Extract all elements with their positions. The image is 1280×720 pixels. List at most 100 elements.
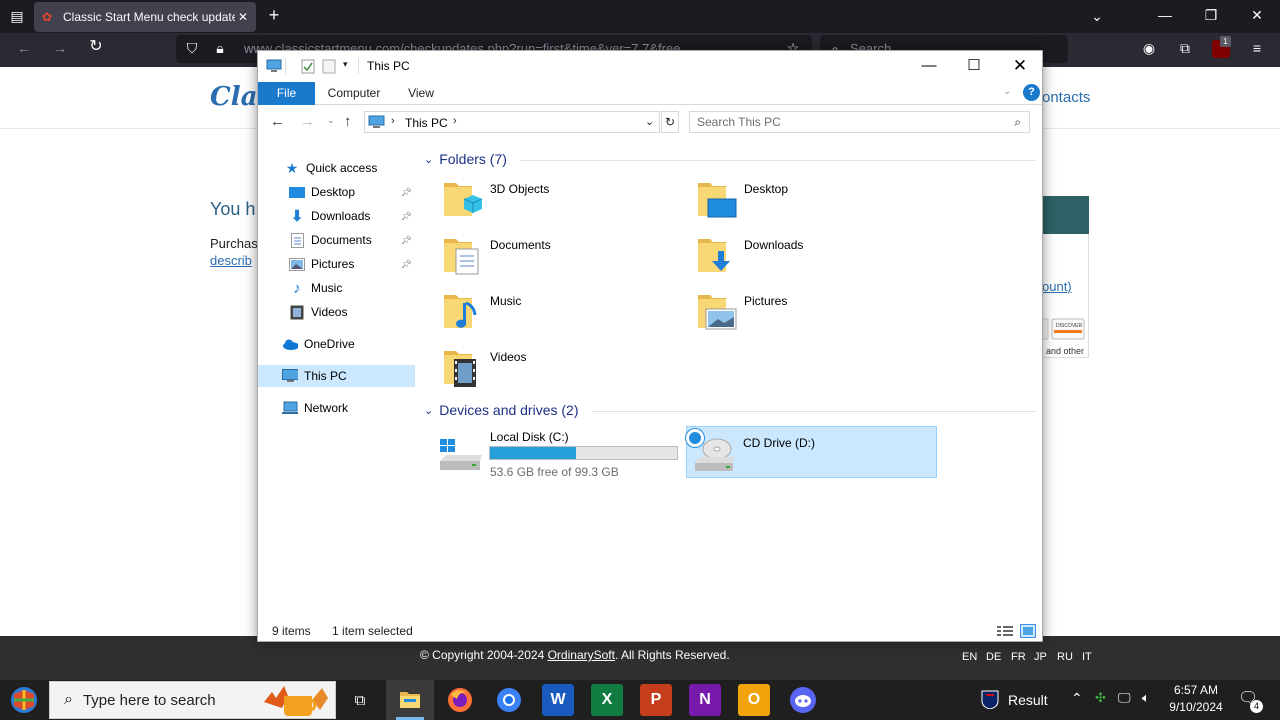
breadcrumb-separator-icon[interactable]: › <box>391 115 395 127</box>
qat-dropdown-icon[interactable]: ▾ <box>343 59 348 70</box>
nav-network[interactable]: Network <box>258 397 415 419</box>
collapse-chevron-icon[interactable]: ⌄ <box>424 153 433 166</box>
pin-icon[interactable]: 📌︎ <box>401 259 412 270</box>
large-icons-view-icon[interactable] <box>1020 624 1036 638</box>
tab-computer[interactable]: Computer <box>320 82 388 105</box>
start-button-icon[interactable] <box>9 685 39 715</box>
contacts-link[interactable]: ontacts <box>1042 89 1090 106</box>
properties-icon[interactable] <box>301 59 315 74</box>
lang-de[interactable]: DE <box>986 651 1001 663</box>
nfl-weather-icon[interactable] <box>981 689 999 709</box>
tab-close-icon[interactable]: ✕ <box>238 10 248 24</box>
tab-list-icon[interactable]: ▤ <box>9 9 25 23</box>
lang-it[interactable]: IT <box>1082 651 1092 663</box>
describe-link[interactable]: describ <box>210 253 252 268</box>
folder-downloads[interactable]: Downloads <box>696 233 946 281</box>
tab-file[interactable]: File <box>258 82 315 105</box>
nav-videos[interactable]: Videos <box>258 301 415 323</box>
nav-this-pc[interactable]: This PC <box>258 365 415 387</box>
address-bar[interactable]: › This PC › ⌄ <box>364 111 660 133</box>
folder-pictures[interactable]: Pictures <box>696 289 946 337</box>
shield-icon[interactable]: ⛉ <box>184 41 200 55</box>
details-view-icon[interactable] <box>997 625 1013 637</box>
word-icon[interactable]: W <box>542 684 574 716</box>
extensions-icon[interactable]: ⧉ <box>1176 41 1194 55</box>
collapse-chevron-icon[interactable]: ⌄ <box>424 404 433 417</box>
recent-locations-icon[interactable]: ⌄ <box>327 115 335 126</box>
back-arrow-icon[interactable]: ← <box>270 113 285 130</box>
task-view-icon[interactable]: ⧉ <box>344 684 376 716</box>
lang-en[interactable]: EN <box>962 651 977 663</box>
folder-documents[interactable]: Documents <box>442 233 692 281</box>
powerpoint-icon[interactable]: P <box>640 684 672 716</box>
breadcrumb-this-pc[interactable]: This PC <box>405 116 448 130</box>
excel-icon[interactable]: X <box>591 684 623 716</box>
forward-icon[interactable]: → <box>51 41 69 55</box>
file-explorer-taskbar-button[interactable] <box>386 680 434 720</box>
folder-desktop[interactable]: Desktop <box>696 177 946 225</box>
nav-pictures[interactable]: Pictures 📌︎ <box>258 253 415 275</box>
minimize-button[interactable]: — <box>906 51 952 81</box>
folder-videos[interactable]: Videos <box>442 345 692 393</box>
news-widget-text[interactable]: Result <box>1008 692 1048 708</box>
folder-3d-objects[interactable]: 3D Objects <box>442 177 692 225</box>
lang-jp[interactable]: JP <box>1034 651 1047 663</box>
discord-icon[interactable] <box>789 686 817 714</box>
pin-icon[interactable]: 📌︎ <box>401 187 412 198</box>
drive-local-disk-c[interactable]: Local Disk (C:) 53.6 GB free of 99.3 GB <box>438 427 678 479</box>
tray-overflow-chevron-icon[interactable]: ⌃ <box>1071 690 1083 707</box>
menu-hamburger-icon[interactable]: ≡ <box>1248 41 1266 55</box>
new-tab-icon[interactable]: + <box>266 6 282 24</box>
restore-browser-icon[interactable]: ❐ <box>1203 8 1219 22</box>
nav-documents[interactable]: Documents 📌︎ <box>258 229 415 251</box>
close-button[interactable]: ✕ <box>997 51 1043 81</box>
firefox-icon[interactable] <box>447 687 473 713</box>
nav-downloads[interactable]: ⬇ Downloads 📌︎ <box>258 205 415 227</box>
nav-quick-access[interactable]: ★ Quick access <box>258 157 415 179</box>
address-dropdown-icon[interactable]: ⌄ <box>645 115 654 128</box>
account-icon[interactable]: ◉ <box>1140 41 1158 55</box>
lock-icon[interactable]: 🔒︎ <box>212 41 228 55</box>
nav-music[interactable]: ♪ Music <box>258 277 415 299</box>
chrome-icon[interactable] <box>496 687 522 713</box>
help-icon[interactable]: ? <box>1023 84 1040 101</box>
pin-icon[interactable]: 📌︎ <box>401 211 412 222</box>
window-titlebar[interactable]: ▾ This PC — ☐ ✕ <box>258 51 1042 81</box>
folders-group-header[interactable]: ⌄ Folders (7) <box>424 151 507 167</box>
drive-cd-d[interactable]: CD Drive (D:) <box>686 426 937 478</box>
lang-fr[interactable]: FR <box>1011 651 1026 663</box>
breadcrumb-chevron-icon[interactable]: › <box>453 115 457 127</box>
tab-overflow-chevron-icon[interactable]: ⌄ <box>1089 9 1105 23</box>
ribbon-expand-chevron-icon[interactable]: ⌄ <box>1003 86 1011 97</box>
reload-icon[interactable]: ↻ <box>87 39 105 55</box>
nav-onedrive[interactable]: OneDrive <box>258 333 415 355</box>
lang-ru[interactable]: RU <box>1057 651 1073 663</box>
back-icon[interactable]: ← <box>15 41 33 55</box>
search-highlight-icon[interactable] <box>262 682 332 718</box>
volume-muted-icon[interactable]: 🔈︎ <box>1142 690 1150 706</box>
clock[interactable]: 6:57 AM 9/10/2024 <box>1166 683 1226 714</box>
close-browser-icon[interactable]: ✕ <box>1249 8 1265 22</box>
security-tray-icon[interactable]: ✣ <box>1095 690 1106 706</box>
explorer-search-icon[interactable]: ⌕ <box>1014 112 1021 132</box>
nav-desktop[interactable]: Desktop 📌︎ <box>258 181 415 203</box>
tab-view[interactable]: View <box>398 82 444 105</box>
account-link[interactable]: ount) <box>1042 279 1072 294</box>
maximize-button[interactable]: ☐ <box>951 51 997 81</box>
office-icon[interactable]: O <box>738 684 770 716</box>
document-icon <box>289 232 305 248</box>
explorer-search-input[interactable]: Search This PC ⌕ <box>689 111 1030 133</box>
forward-arrow-icon[interactable]: → <box>300 113 315 130</box>
network-tray-icon[interactable]: 🖵︎ <box>1118 690 1131 706</box>
minimize-browser-icon[interactable]: — <box>1157 8 1173 22</box>
browser-tab[interactable]: ✿ Classic Start Menu check updates ✕ <box>34 2 256 32</box>
devices-group-header[interactable]: ⌄ Devices and drives (2) <box>424 402 579 418</box>
folder-music[interactable]: Music <box>442 289 692 337</box>
refresh-icon[interactable]: ↻ <box>661 111 679 133</box>
pin-icon[interactable]: 📌︎ <box>401 235 412 246</box>
up-arrow-icon[interactable]: ↑ <box>344 113 352 130</box>
new-folder-icon[interactable] <box>322 59 336 74</box>
folders-header-label: Folders (7) <box>439 151 507 167</box>
ordinarysoft-link[interactable]: OrdinarySoft <box>548 648 615 662</box>
onenote-icon[interactable]: N <box>689 684 721 716</box>
